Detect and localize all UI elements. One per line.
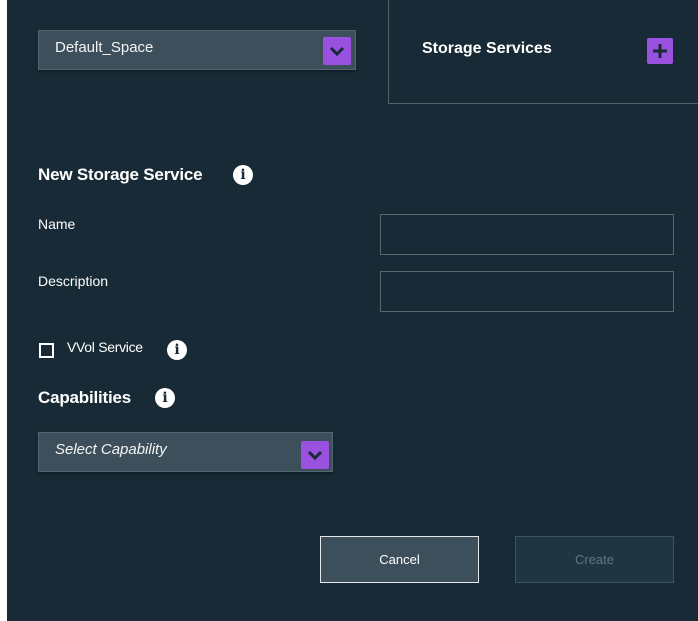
add-storage-service-button[interactable] [647, 38, 673, 64]
capability-dropdown[interactable]: Select Capability [38, 432, 333, 472]
form-title: New Storage Service [38, 165, 203, 184]
chevron-down-icon[interactable] [301, 441, 329, 469]
name-label: Name [38, 216, 76, 232]
create-button[interactable]: Create [515, 536, 674, 583]
description-label: Description [38, 273, 109, 289]
space-dropdown[interactable]: Default_Space [38, 30, 356, 70]
storage-services-title: Storage Services [422, 40, 552, 57]
space-dropdown-value: Default_Space [55, 39, 154, 56]
vvol-info-icon[interactable]: i [167, 340, 187, 360]
description-input[interactable] [380, 271, 674, 312]
capability-dropdown-value: Select Capability [55, 441, 167, 458]
plus-icon [653, 44, 667, 58]
vvol-service-checkbox[interactable] [39, 343, 54, 358]
vvol-service-label: VVol Service [67, 339, 143, 355]
capabilities-info-icon[interactable]: i [155, 388, 175, 408]
capabilities-title: Capabilities [38, 388, 132, 407]
storage-service-panel: Default_Space Storage Services New Stora… [7, 0, 698, 621]
chevron-down-icon[interactable] [323, 37, 351, 65]
name-input[interactable] [380, 214, 674, 255]
info-icon[interactable]: i [233, 165, 253, 185]
storage-services-card: Storage Services [388, 0, 698, 104]
cancel-button[interactable]: Cancel [320, 536, 479, 583]
